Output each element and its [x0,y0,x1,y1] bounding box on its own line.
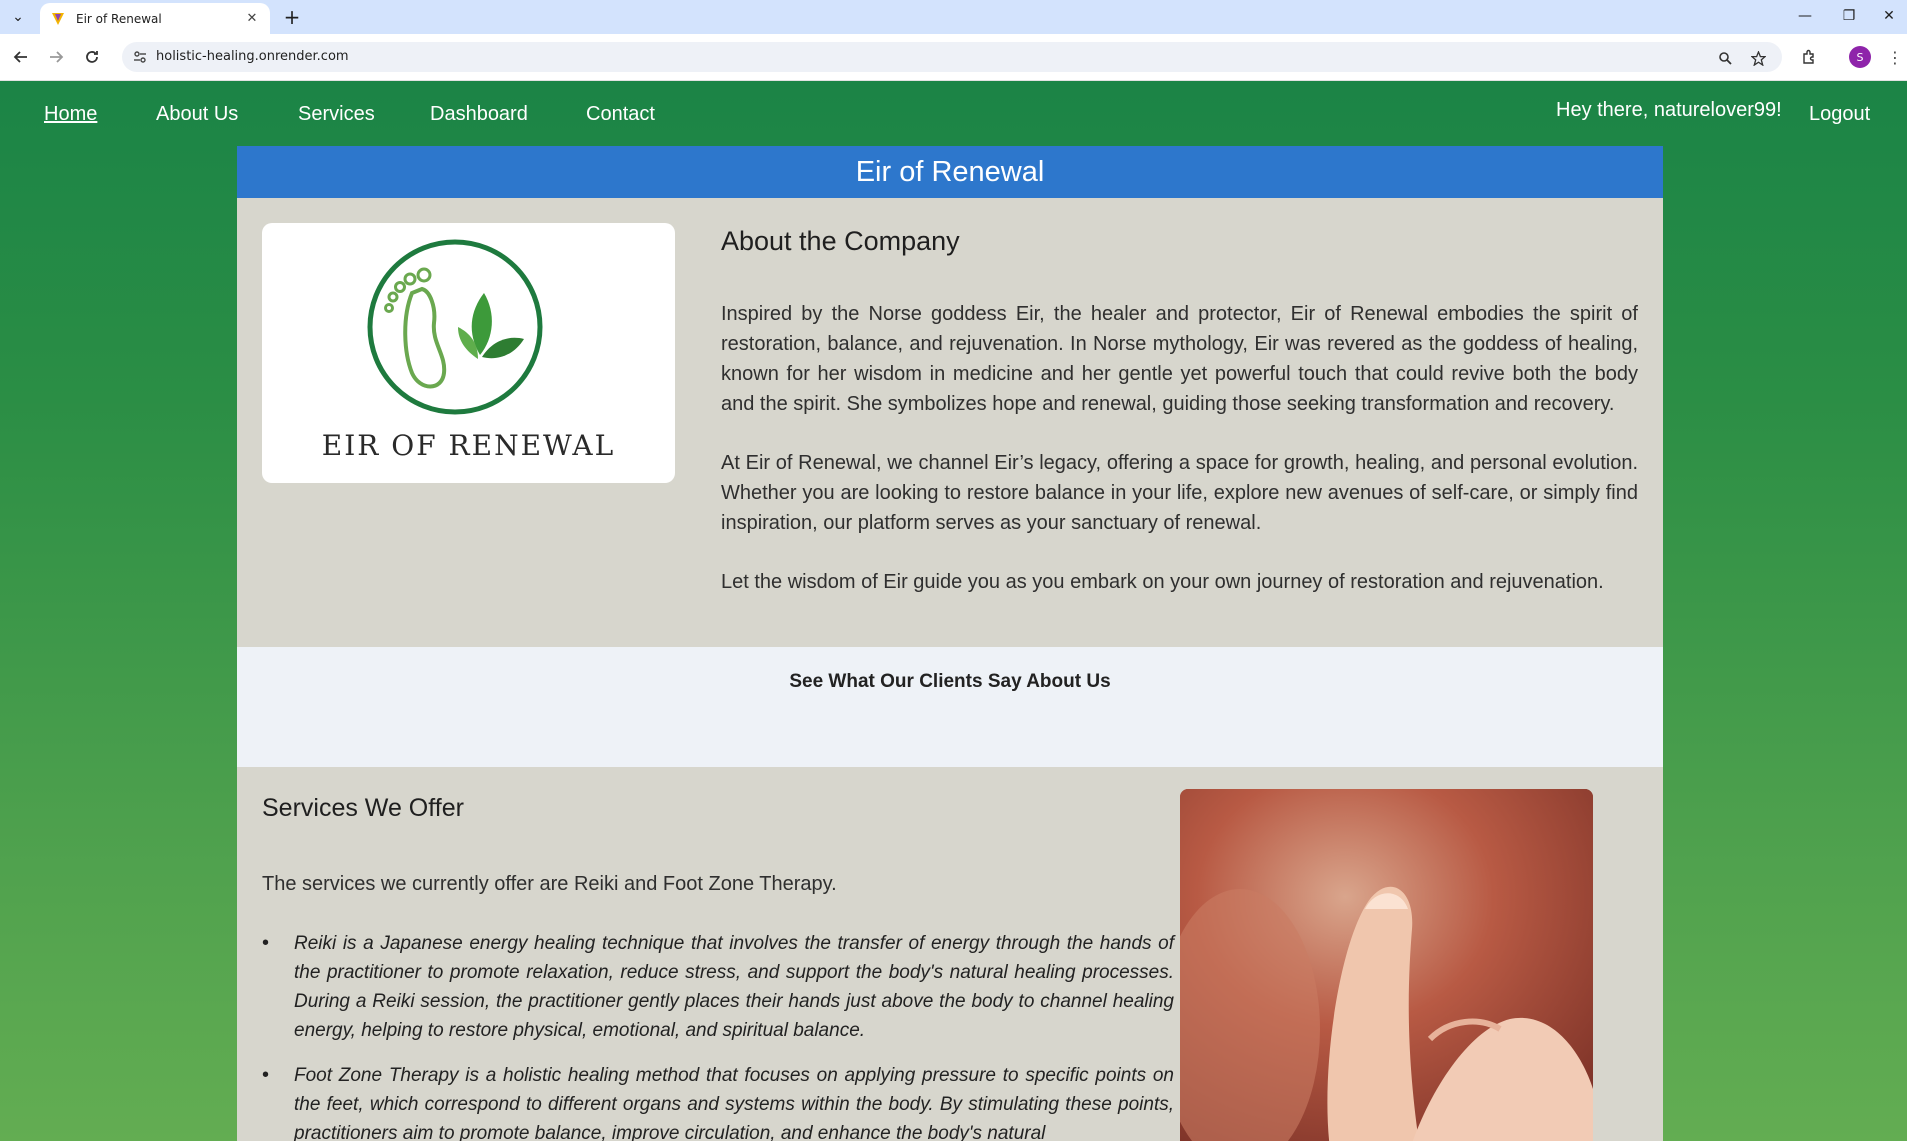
web-page: Home About Us Services Dashboard Contact… [0,81,1907,1141]
testimonials-section: See What Our Clients Say About Us [237,647,1663,767]
restore-icon[interactable]: ❐ [1827,0,1871,32]
nav-contact-link[interactable]: Contact [586,103,655,126]
back-icon[interactable] [8,44,34,70]
tab-title: Eir of Renewal [76,11,162,26]
favicon-icon [50,11,66,27]
nav-services-link[interactable]: Services [298,103,375,126]
logout-link[interactable]: Logout [1809,103,1870,126]
foot-massage-photo [1180,789,1593,1141]
close-icon[interactable]: ✕ [242,9,262,29]
forward-icon[interactable] [43,44,69,70]
services-list: • Reiki is a Japanese energy healing tech… [262,929,1174,1141]
plus-icon[interactable]: + [280,5,304,29]
browser-tab-bar: ⌄ Eir of Renewal ✕ + — ❐ ✕ [0,0,1907,34]
bullet-icon: • [262,1064,270,1086]
list-item: • Reiki is a Japanese energy healing tech… [262,929,1174,1045]
address-bar[interactable]: holistic-healing.onrender.com [122,42,1782,72]
services-section: Services We Offer The services we curren… [237,767,1663,1141]
services-intro: The services we currently offer are Reik… [262,873,837,895]
about-paragraph-2: At Eir of Renewal, we channel Eir’s lega… [721,452,1638,534]
company-logo: EIR OF RENEWAL [262,223,675,483]
about-paragraph-1: Inspired by the Norse goddess Eir, the h… [721,303,1638,415]
browser-tab[interactable]: Eir of Renewal ✕ [40,3,270,34]
list-item: • Foot Zone Therapy is a holistic healing… [262,1061,1174,1141]
tab-list-icon[interactable]: ⌄ [6,5,30,29]
page-title: Eir of Renewal [237,146,1663,198]
zoom-icon[interactable] [1714,47,1736,69]
nav-home-link[interactable]: Home [44,103,97,126]
extensions-icon[interactable] [1796,44,1822,70]
testimonials-heading: See What Our Clients Say About Us [789,671,1111,692]
user-greeting: Hey there, naturelover99! [1556,99,1782,121]
nav-dashboard-link[interactable]: Dashboard [430,103,528,126]
service-description: Foot Zone Therapy is a holistic healing … [294,1065,1174,1141]
close-window-icon[interactable]: ✕ [1871,0,1907,32]
nav-about-link[interactable]: About Us [156,103,238,126]
star-icon[interactable] [1747,47,1769,69]
url-text: holistic-healing.onrender.com [156,49,349,64]
service-description: Reiki is a Japanese energy healing techn… [294,933,1174,1041]
minimize-icon[interactable]: — [1783,0,1827,32]
main-nav: Home About Us Services Dashboard Contact… [0,81,1907,146]
logo-emblem-icon [367,239,543,415]
menu-icon[interactable]: ⋮ [1885,44,1905,70]
about-section: EIR OF RENEWAL About the Company Inspire… [237,198,1663,647]
bullet-icon: • [262,932,270,954]
avatar[interactable]: S [1849,46,1871,68]
reload-icon[interactable] [79,44,105,70]
about-heading: About the Company [721,226,960,256]
services-heading: Services We Offer [262,794,464,822]
logo-text: EIR OF RENEWAL [321,429,616,462]
about-content: About the Company Inspired by the Norse … [721,223,1638,626]
site-info-icon[interactable] [130,47,150,67]
about-paragraph-3: Let the wisdom of Eir guide you as you e… [721,571,1604,593]
browser-toolbar: holistic-healing.onrender.com S ⋮ [0,34,1907,81]
